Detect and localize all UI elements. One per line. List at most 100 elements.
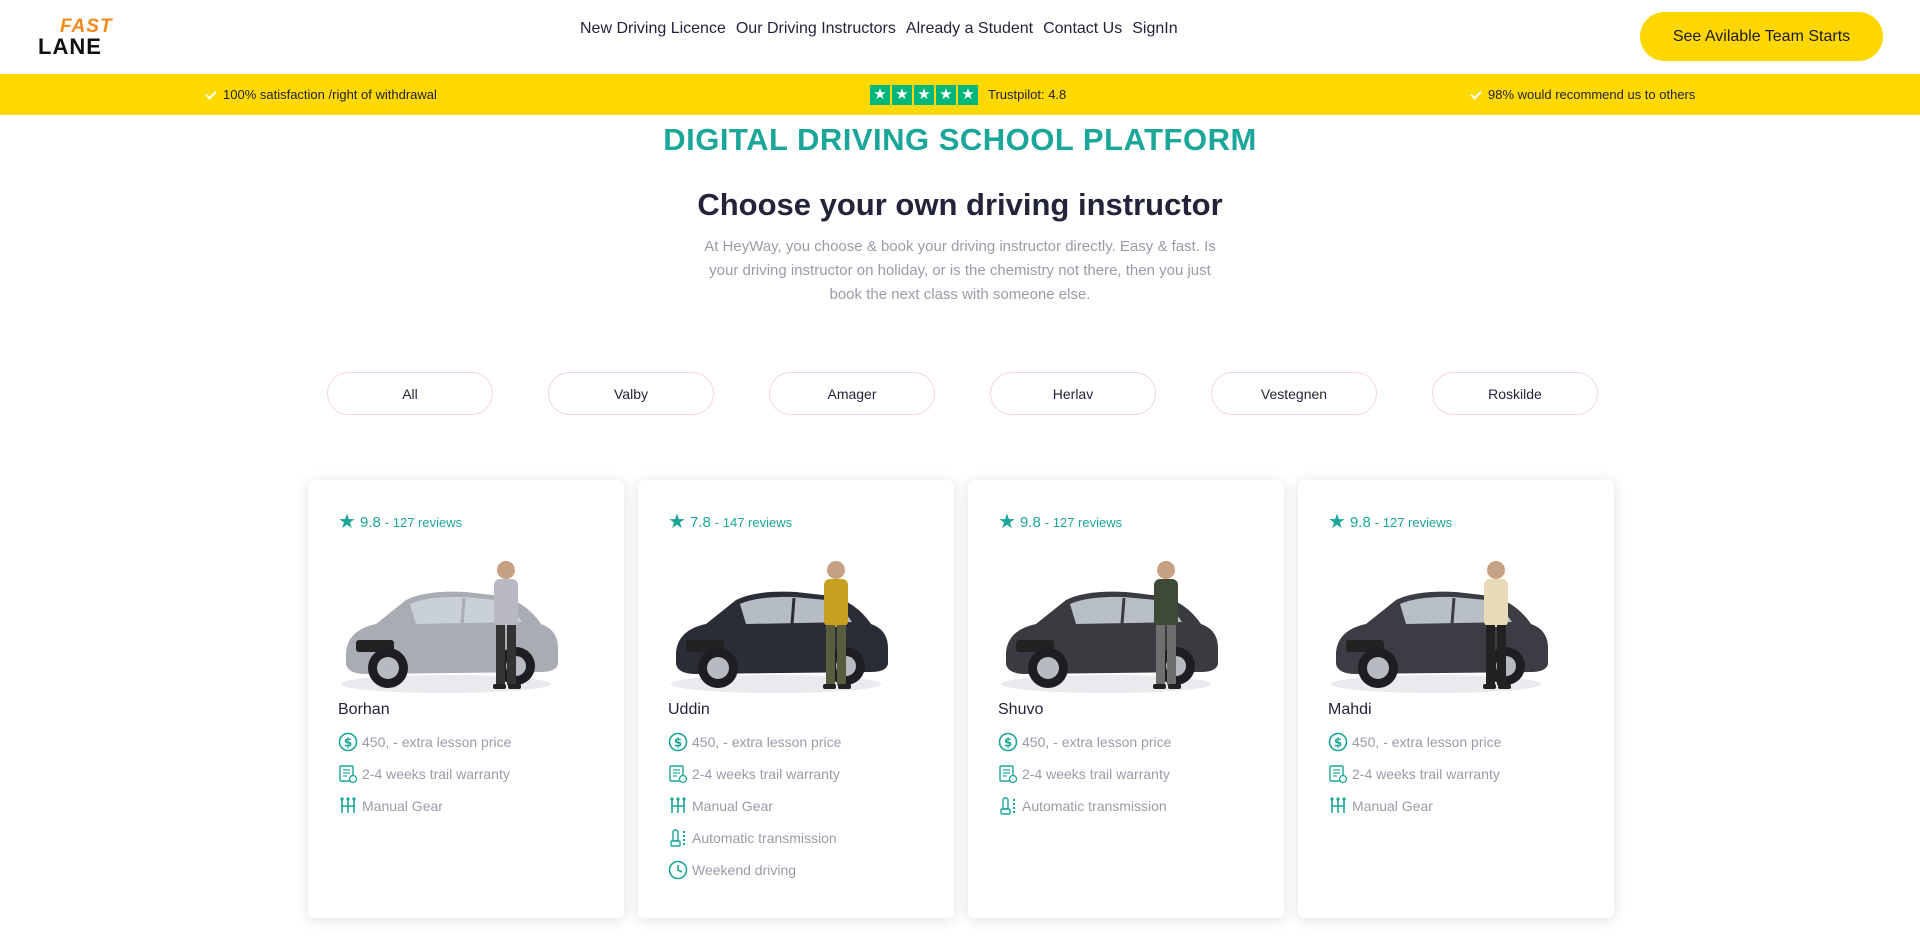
rating-score: 9.8 bbox=[1019, 513, 1041, 531]
filter-vestegnen[interactable]: Vestegnen bbox=[1211, 372, 1377, 415]
trustpilot-star-icon: ★ bbox=[914, 84, 934, 105]
calendar-icon bbox=[1328, 764, 1348, 784]
instructor-car-image bbox=[341, 561, 558, 693]
rating-star-icon: ★ bbox=[668, 511, 686, 533]
instructor-features: $450, - extra lesson price 2-4 weeks trai… bbox=[998, 731, 1171, 817]
feature-item: 2-4 weeks trail warranty bbox=[1328, 763, 1501, 785]
nav-our-driving-instructors[interactable]: Our Driving Instructors bbox=[736, 20, 896, 38]
instructor-rating: ★ 9.8- 127 reviews bbox=[338, 512, 462, 532]
feature-item: $450, - extra lesson price bbox=[338, 731, 511, 753]
see-available-team-starts-button[interactable]: See Avilable Team Starts bbox=[1640, 12, 1883, 61]
instructor-rating: ★ 9.8- 127 reviews bbox=[1328, 512, 1452, 532]
instructor-card[interactable]: ★ 9.8- 127 reviews Mahdi $450, - extra less… bbox=[1298, 480, 1614, 918]
nav-signin[interactable]: SignIn bbox=[1132, 20, 1177, 38]
page-title: Choose your own driving instructor bbox=[697, 187, 1223, 222]
feature-text: 2-4 weeks trail warranty bbox=[362, 766, 510, 782]
automatic-gear-icon bbox=[998, 796, 1018, 816]
rating-star-icon: ★ bbox=[338, 511, 356, 533]
feature-text: 450, - extra lesson price bbox=[362, 734, 512, 750]
feature-text: 2-4 weeks trail warranty bbox=[1352, 766, 1500, 782]
feature-item: $450, - extra lesson price bbox=[998, 731, 1171, 753]
rating-reviews: - 127 reviews bbox=[1374, 514, 1453, 530]
instructor-features: $450, - extra lesson price 2-4 weeks trai… bbox=[338, 731, 511, 817]
manual-gear-icon bbox=[1328, 796, 1348, 816]
rating-score: 7.8 bbox=[689, 513, 711, 531]
feature-text: Manual Gear bbox=[362, 798, 443, 814]
instructor-car-image bbox=[671, 561, 888, 693]
trust-recommend-text: 98% would recommend us to others bbox=[1488, 87, 1696, 102]
feature-item: Weekend driving bbox=[668, 859, 841, 881]
instructor-features: $450, - extra lesson price 2-4 weeks trai… bbox=[1328, 731, 1501, 817]
feature-item: $450, - extra lesson price bbox=[668, 731, 841, 753]
rating-score: 9.8 bbox=[1349, 513, 1371, 531]
hero-lead: At HeyWay, you choose & book your drivin… bbox=[704, 238, 1216, 303]
feature-text: Automatic transmission bbox=[1022, 798, 1167, 814]
filter-amager[interactable]: Amager bbox=[769, 372, 935, 415]
rating-star-icon: ★ bbox=[998, 511, 1016, 533]
svg-text:$: $ bbox=[674, 736, 682, 750]
feature-text: Automatic transmission bbox=[692, 830, 837, 846]
rating-reviews: - 127 reviews bbox=[384, 514, 463, 530]
instructor-rating: ★ 9.8- 127 reviews bbox=[998, 512, 1122, 532]
automatic-gear-icon bbox=[668, 828, 688, 848]
feature-text: Manual Gear bbox=[1352, 798, 1433, 814]
rating-star-icon: ★ bbox=[1328, 511, 1346, 533]
feature-text: 450, - extra lesson price bbox=[692, 734, 842, 750]
svg-text:$: $ bbox=[1004, 736, 1012, 750]
check-icon bbox=[205, 89, 217, 101]
feature-item: Automatic transmission bbox=[668, 827, 841, 849]
filter-all[interactable]: All bbox=[327, 372, 493, 415]
filter-valby[interactable]: Valby bbox=[548, 372, 714, 415]
trustpilot-star-icon: ★ bbox=[870, 84, 890, 105]
manual-gear-icon bbox=[668, 796, 688, 816]
feature-item: 2-4 weeks trail warranty bbox=[668, 763, 841, 785]
trust-satisfaction-text: 100% satisfaction /right of withdrawal bbox=[223, 87, 437, 102]
rating-score: 9.8 bbox=[359, 513, 381, 531]
instructor-card[interactable]: ★ 9.8- 127 reviews Shuvo $450, - extra less… bbox=[968, 480, 1284, 918]
dollar-icon: $ bbox=[338, 732, 358, 752]
instructor-rating: ★ 7.8- 147 reviews bbox=[668, 512, 792, 532]
nav-already-a-student[interactable]: Already a Student bbox=[906, 20, 1033, 38]
hero-kicker: DIGITAL DRIVING SCHOOL PLATFORM bbox=[663, 122, 1257, 157]
feature-item: Manual Gear bbox=[338, 795, 511, 817]
calendar-icon bbox=[338, 764, 358, 784]
nav-contact-us[interactable]: Contact Us bbox=[1043, 20, 1122, 38]
nav-new-driving-licence[interactable]: New Driving Licence bbox=[580, 20, 726, 38]
trust-item-trustpilot[interactable]: ★ ★ ★ ★ ★ Trustpilot: 4.8 bbox=[870, 74, 1066, 115]
feature-item: Automatic transmission bbox=[998, 795, 1171, 817]
instructor-card[interactable]: ★ 7.8- 147 reviews Uddin $450, - extra less… bbox=[638, 480, 954, 918]
location-filters: All Valby Amager Herlav Vestegnen Roskil… bbox=[327, 372, 1598, 415]
filter-herlav[interactable]: Herlav bbox=[990, 372, 1156, 415]
filter-roskilde[interactable]: Roskilde bbox=[1432, 372, 1598, 415]
feature-text: 450, - extra lesson price bbox=[1022, 734, 1172, 750]
calendar-icon bbox=[668, 764, 688, 784]
instructor-features: $450, - extra lesson price 2-4 weeks trai… bbox=[668, 731, 841, 881]
trust-item-recommend: 98% would recommend us to others bbox=[1470, 74, 1695, 115]
feature-text: 450, - extra lesson price bbox=[1352, 734, 1502, 750]
trustpilot-stars: ★ ★ ★ ★ ★ bbox=[870, 84, 978, 105]
calendar-icon bbox=[998, 764, 1018, 784]
main-nav: New Driving Licence Our Driving Instruct… bbox=[580, 20, 1178, 38]
feature-item: Manual Gear bbox=[1328, 795, 1501, 817]
dollar-icon: $ bbox=[998, 732, 1018, 752]
feature-text: Weekend driving bbox=[692, 862, 797, 878]
instructor-name[interactable]: Shuvo bbox=[998, 701, 1043, 719]
trust-bar: 100% satisfaction /right of withdrawal ★… bbox=[0, 74, 1920, 115]
svg-text:$: $ bbox=[344, 736, 352, 750]
trustpilot-star-icon: ★ bbox=[892, 84, 912, 105]
feature-text: 2-4 weeks trail warranty bbox=[692, 766, 840, 782]
feature-text: 2-4 weeks trail warranty bbox=[1022, 766, 1170, 782]
instructor-card[interactable]: ★ 9.8- 127 reviews Borhan $450, - extra les… bbox=[308, 480, 624, 918]
instructor-name[interactable]: Uddin bbox=[668, 701, 710, 719]
fastlane-logo[interactable]: FAST LANE bbox=[38, 16, 140, 59]
rating-reviews: - 127 reviews bbox=[1044, 514, 1123, 530]
trust-item-satisfaction: 100% satisfaction /right of withdrawal bbox=[205, 74, 437, 115]
instructor-name[interactable]: Borhan bbox=[338, 701, 390, 719]
site-header: FAST LANE New Driving Licence Our Drivin… bbox=[0, 0, 1920, 74]
check-icon bbox=[1470, 89, 1482, 101]
instructor-name[interactable]: Mahdi bbox=[1328, 701, 1372, 719]
instructor-car-image bbox=[1331, 561, 1548, 693]
rating-reviews: - 147 reviews bbox=[714, 514, 793, 530]
trustpilot-star-icon: ★ bbox=[958, 84, 978, 105]
dollar-icon: $ bbox=[1328, 732, 1348, 752]
